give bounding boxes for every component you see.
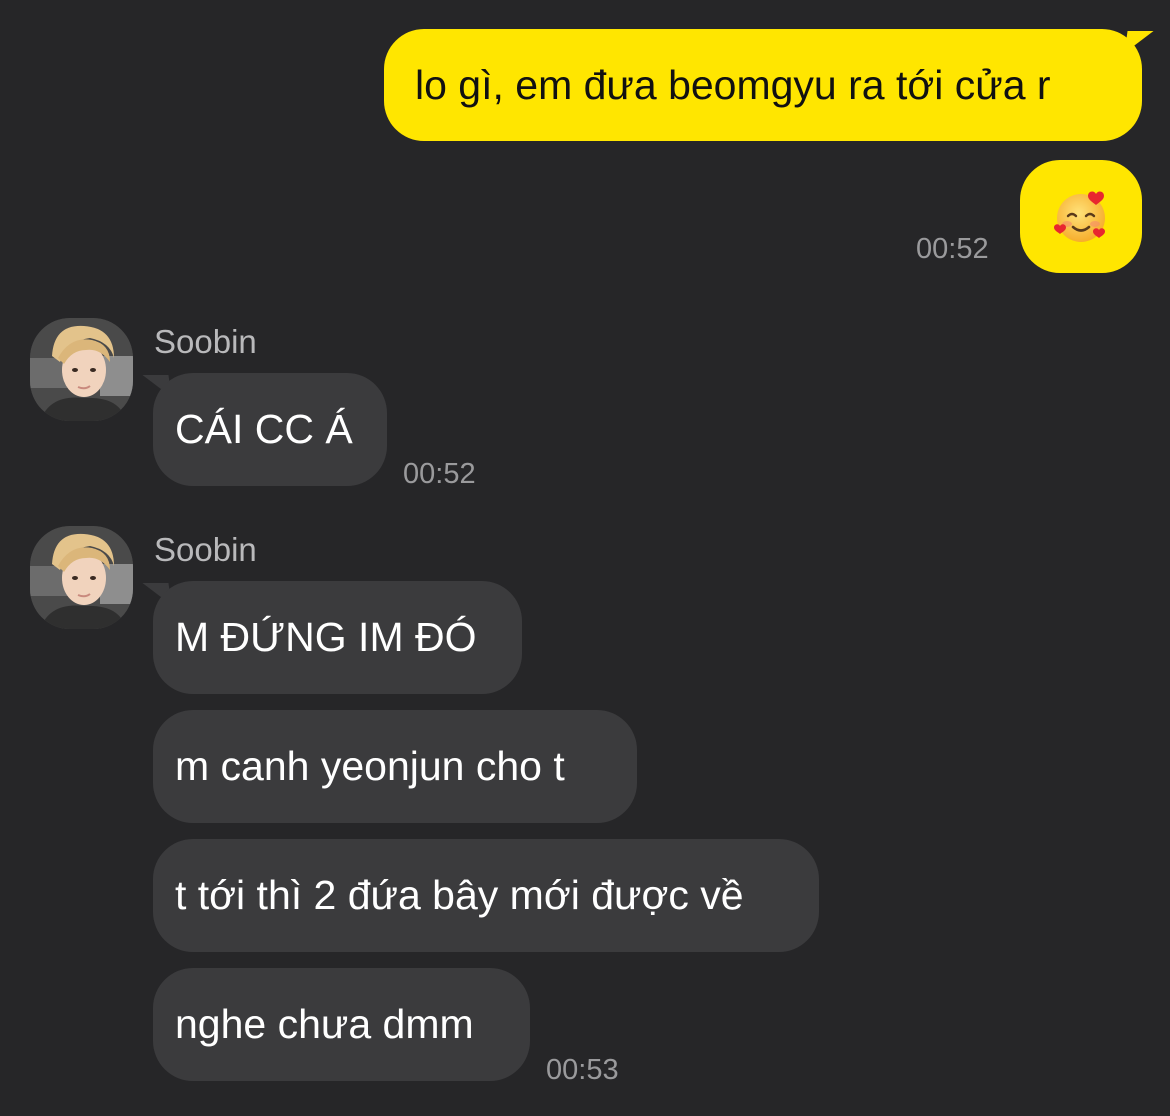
outgoing-timestamp: 00:52 [916,233,989,265]
outgoing-emoji-bubble[interactable] [1020,160,1142,273]
profile-photo-image [30,318,133,421]
incoming-message-text: t tới thì 2 đứa bây mới được về [175,872,744,918]
outgoing-message-text: lo gì, em đưa beomgyu ra tới cửa r [415,61,1051,108]
smiling-face-with-hearts-icon [1054,191,1105,242]
profile-photo-image [30,526,133,629]
incoming-message-bubble[interactable]: t tới thì 2 đứa bây mới được về [153,839,819,952]
sender-name: Soobin [154,323,257,360]
incoming-timestamp: 00:52 [403,458,476,490]
incoming-message-text: M ĐỨNG IM ĐÓ [175,614,477,660]
incoming-message-bubble[interactable]: CÁI CC Á [153,373,387,486]
chat-view: lo gì, em đưa beomgyu ra tới cửa r 00:52 [0,0,1170,1116]
sender-name: Soobin [154,531,257,568]
incoming-timestamp: 00:53 [546,1054,619,1086]
outgoing-message-bubble[interactable]: lo gì, em đưa beomgyu ra tới cửa r [384,29,1142,141]
incoming-message-bubble[interactable]: nghe chưa dmm [153,968,530,1081]
incoming-message-bubble[interactable]: m canh yeonjun cho t [153,710,637,823]
avatar[interactable] [30,318,133,421]
incoming-message-text: CÁI CC Á [175,406,353,452]
incoming-message-bubble[interactable]: M ĐỨNG IM ĐÓ [153,581,522,694]
incoming-message-text: m canh yeonjun cho t [175,743,565,789]
avatar[interactable] [30,526,133,629]
incoming-message-text: nghe chưa dmm [175,1001,474,1047]
